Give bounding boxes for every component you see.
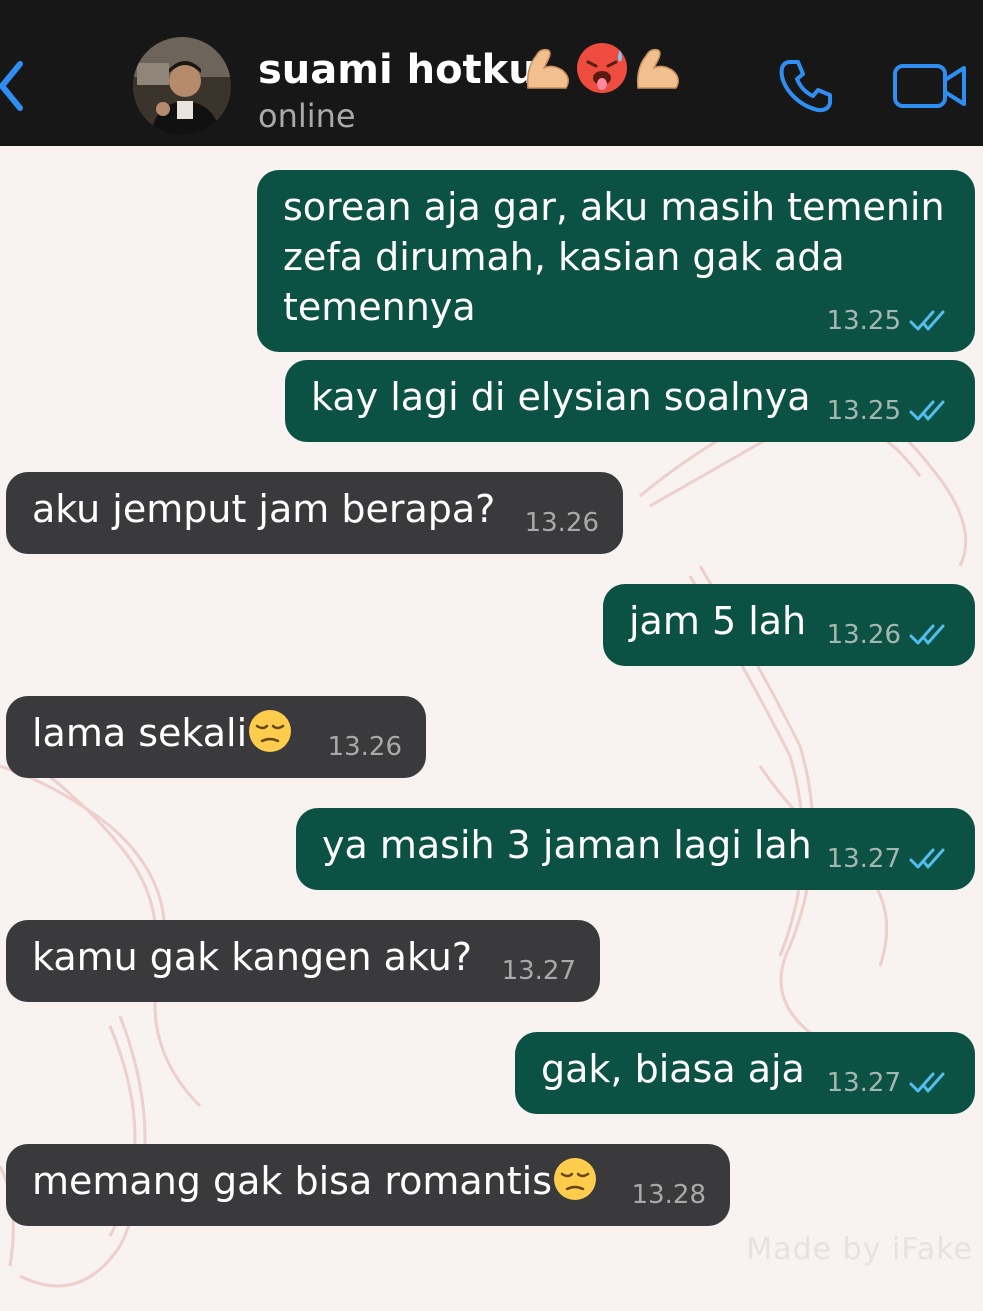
message-text-wrap: lama sekali [32, 708, 293, 758]
message-meta: 13.25 [827, 394, 951, 428]
message-time: 13.27 [826, 1068, 901, 1098]
message-text-wrap: memang gak bisa romantis [32, 1156, 598, 1206]
message-text: kamu gak kangen aku? [32, 935, 473, 979]
message-meta: 13.27 [502, 954, 576, 988]
message-text: gak, biasa aja [541, 1047, 805, 1091]
contact-name[interactable]: suami hotku [258, 42, 537, 98]
message-outgoing[interactable]: gak, biasa aja 13.27 [515, 1032, 975, 1114]
message-time: 13.27 [501, 956, 576, 986]
video-call-icon[interactable] [892, 60, 968, 112]
message-time: 13.28 [631, 1180, 706, 1210]
message-outgoing[interactable]: kay lagi di elysian soalnya 13.25 [285, 360, 975, 442]
message-time: 13.26 [826, 620, 901, 650]
message-incoming[interactable]: aku jemput jam berapa? 13.26 [6, 472, 623, 554]
flexed-biceps-icon [636, 48, 679, 89]
flexed-biceps-icon [526, 48, 569, 89]
message-incoming[interactable]: memang gak bisa romantis 13.28 [6, 1144, 730, 1226]
message-meta: 13.25 [827, 304, 951, 338]
message-text: aku jemput jam berapa? [32, 487, 496, 531]
message-outgoing[interactable]: sorean aja gar, aku masih temenin zefa d… [257, 170, 975, 352]
message-incoming[interactable]: lama sekali 13.26 [6, 696, 426, 778]
read-receipt-icon [909, 400, 945, 421]
message-time: 13.27 [826, 844, 901, 874]
message-meta: 13.26 [525, 506, 599, 540]
message-text: ya masih 3 jaman lagi lah [322, 823, 812, 867]
read-receipt-icon [909, 848, 945, 869]
watermark: Made by iFake [746, 1232, 973, 1267]
contact-avatar[interactable] [133, 37, 231, 135]
voice-call-icon[interactable] [776, 56, 836, 116]
read-receipt-icon [909, 1072, 945, 1093]
message-meta: 13.27 [827, 1066, 951, 1100]
message-meta: 13.27 [827, 842, 951, 876]
message-time: 13.26 [524, 508, 599, 538]
message-time: 13.26 [327, 732, 402, 762]
message-time: 13.25 [826, 396, 901, 426]
message-text: kay lagi di elysian soalnya [311, 375, 811, 419]
message-meta: 13.28 [632, 1178, 706, 1212]
message-outgoing[interactable]: ya masih 3 jaman lagi lah 13.27 [296, 808, 975, 890]
pensive-face-icon [249, 710, 292, 752]
read-receipt-icon [909, 310, 945, 331]
contact-status: online [258, 97, 356, 135]
message-meta: 13.26 [827, 618, 951, 652]
message-text: lama sekali [32, 711, 248, 755]
message-incoming[interactable]: kamu gak kangen aku? 13.27 [6, 920, 600, 1002]
message-text: memang gak bisa romantis [32, 1159, 552, 1203]
hot-face-icon [577, 43, 627, 93]
message-text: jam 5 lah [629, 599, 807, 643]
message-outgoing[interactable]: jam 5 lah 13.26 [603, 584, 975, 666]
name-emoji-group [526, 43, 679, 93]
pensive-face-icon [554, 1158, 596, 1200]
back-chevron-icon[interactable] [0, 58, 28, 114]
message-time: 13.25 [826, 306, 901, 336]
message-meta: 13.26 [328, 730, 402, 764]
read-receipt-icon [909, 624, 945, 645]
chat-header: suami hotku online [0, 0, 983, 146]
